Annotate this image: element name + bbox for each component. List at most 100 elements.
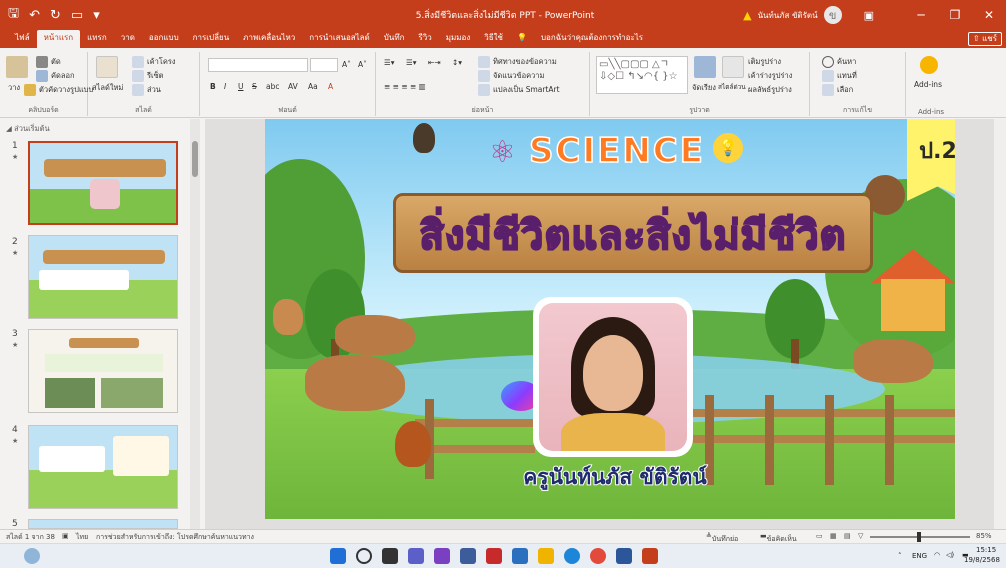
tab-home[interactable]: หน้าแรก	[36, 30, 81, 48]
search-icon[interactable]	[356, 548, 372, 564]
slide-thumbnail-3[interactable]	[28, 329, 178, 413]
undo-icon[interactable]: ↶	[29, 8, 40, 23]
user-name[interactable]: นันท์นภัส ขัติรัตน์	[758, 9, 818, 22]
change-case-button[interactable]: Aa	[308, 82, 318, 91]
slide-thumbnail-2[interactable]	[28, 235, 178, 319]
reading-view-icon[interactable]: ▤	[844, 532, 851, 540]
edge-icon[interactable]	[564, 548, 580, 564]
minimize-icon[interactable]: ─	[904, 8, 938, 22]
indent-icon[interactable]: ⇤⇥	[428, 58, 441, 67]
canvas-scrollbar[interactable]	[994, 119, 1006, 529]
panel-scrollbar[interactable]	[190, 119, 200, 529]
shape-effects-button[interactable]: ผลลัพธ์รูปร่าง	[748, 84, 792, 96]
align-text-button[interactable]: จัดแนวข้อความ	[478, 70, 544, 82]
smartart-button[interactable]: แปลงเป็น SmartArt	[478, 84, 560, 96]
arrange-button[interactable]: จัดเรียง	[692, 82, 716, 94]
customize-qat-icon[interactable]: ▾	[93, 8, 100, 23]
start-icon[interactable]	[330, 548, 346, 564]
quick-styles-button[interactable]: สไตล์ด่วน	[718, 82, 746, 92]
paste-icon[interactable]	[6, 56, 28, 78]
align-buttons[interactable]: ≡ ≡ ≡ ≡ ▥	[384, 82, 426, 91]
slide-1[interactable]: ⚛ SCIENCE 💡 ป.2 สิ่งมีชีวิตและสิ่งไม่มีช…	[265, 119, 955, 519]
wifi-icon[interactable]: ◠	[934, 551, 940, 559]
input-language[interactable]: ENG	[912, 552, 927, 560]
word-icon[interactable]	[616, 548, 632, 564]
close-icon[interactable]: ✕	[972, 8, 1006, 22]
notes-button[interactable]: ≜ บันทึกย่อ	[706, 532, 738, 543]
line-spacing-icon[interactable]: ↕▾	[452, 58, 462, 67]
tell-me-search[interactable]: บอกฉันว่าคุณต้องการทำอะไร	[534, 30, 650, 48]
slideshow-icon[interactable]: ▽	[858, 532, 863, 540]
shape-outline-button[interactable]: เค้าร่างรูปร่าง	[748, 70, 792, 82]
addins-button[interactable]: Add-ins	[914, 80, 942, 89]
font-name-combo[interactable]	[208, 58, 308, 72]
shapes-gallery[interactable]: ▭╲╲▢▢▢ △ㄱ⇩◇☐ ↰↘◠{ }☆	[596, 56, 688, 94]
store-icon[interactable]	[512, 548, 528, 564]
clock-time[interactable]: 15:15	[976, 546, 996, 554]
volume-icon[interactable]: ◁)	[946, 551, 954, 559]
slide-thumbnail-5[interactable]	[28, 519, 178, 529]
section-button[interactable]: ส่วน	[132, 84, 161, 96]
new-slide-icon[interactable]	[96, 56, 118, 78]
tab-view[interactable]: มุมมอง	[439, 30, 478, 48]
shadow-button[interactable]: abc	[266, 82, 279, 91]
tab-insert[interactable]: แทรก	[80, 30, 114, 48]
clock-date[interactable]: 19/8/2568	[964, 556, 1000, 564]
ribbon-display-options-icon[interactable]: ▣	[864, 9, 874, 22]
zoom-level[interactable]: 85%	[976, 532, 992, 540]
tab-review[interactable]: รีวิว	[411, 30, 438, 48]
app-icon[interactable]	[434, 548, 450, 564]
find-button[interactable]: ค้นหา	[822, 56, 856, 68]
new-slide-button[interactable]: สไลด์ใหม่	[92, 82, 123, 94]
addins-icon[interactable]	[920, 56, 938, 74]
slide-thumbnail-1[interactable]	[28, 141, 178, 225]
widgets-icon[interactable]	[24, 548, 40, 564]
powerpoint-icon[interactable]	[642, 548, 658, 564]
warning-icon[interactable]: ▲	[743, 9, 751, 22]
tab-transitions[interactable]: การเปลี่ยน	[186, 30, 237, 48]
section-header[interactable]: ◢ ส่วนเริ่มต้น	[6, 123, 50, 135]
grow-font-icon[interactable]: A˄	[342, 60, 351, 69]
layout-button[interactable]: เค้าโครง	[132, 56, 176, 68]
tab-draw[interactable]: วาด	[114, 30, 142, 48]
chat-icon[interactable]	[408, 548, 424, 564]
slide-sorter-icon[interactable]: ▦	[830, 532, 837, 540]
share-button[interactable]: ⇧ แชร์	[967, 32, 1002, 46]
avatar[interactable]: ข	[823, 6, 842, 24]
replace-button[interactable]: แทนที่	[822, 70, 857, 82]
shape-fill-button[interactable]: เติมรูปร่าง	[748, 56, 781, 68]
normal-view-icon[interactable]: ▭	[816, 532, 823, 540]
tab-file[interactable]: ไฟล์	[8, 30, 37, 48]
paste-button[interactable]: วาง	[8, 82, 20, 94]
quick-styles-icon[interactable]	[722, 56, 744, 78]
tab-help[interactable]: วิธีใช้	[477, 30, 510, 48]
save-icon[interactable]: 🖫	[8, 4, 19, 26]
tab-record[interactable]: บันทึก	[377, 30, 412, 48]
reset-button[interactable]: รีเซ็ต	[132, 70, 164, 82]
character-spacing-button[interactable]: AV	[288, 82, 298, 91]
shrink-font-icon[interactable]: A˅	[358, 60, 367, 69]
text-direction-button[interactable]: ทิศทางของข้อความ	[478, 56, 557, 68]
app-icon[interactable]	[486, 548, 502, 564]
tab-design[interactable]: ออกแบบ	[142, 30, 186, 48]
restore-icon[interactable]: ❐	[938, 8, 972, 22]
arrange-icon[interactable]	[694, 56, 716, 78]
italic-button[interactable]: I	[224, 82, 226, 91]
select-button[interactable]: เลือก	[822, 84, 853, 96]
chevron-up-icon[interactable]: ˄	[898, 552, 902, 560]
bold-button[interactable]: B	[210, 82, 216, 91]
bullets-icon[interactable]: ☰▾	[384, 58, 395, 67]
redo-icon[interactable]: ↻	[50, 8, 61, 23]
slide-thumbnail-4[interactable]	[28, 425, 178, 509]
underline-button[interactable]: U	[238, 82, 244, 91]
comments-button[interactable]: ▬ ข้อคิดเห็น	[760, 532, 797, 543]
font-size-combo[interactable]	[310, 58, 338, 72]
tab-animations[interactable]: ภาพเคลื่อนไหว	[236, 30, 302, 48]
start-from-beginning-icon[interactable]: ▭	[71, 8, 83, 23]
file-explorer-icon[interactable]	[538, 548, 554, 564]
spelling-icon[interactable]: ▣	[62, 532, 69, 540]
format-painter-button[interactable]: ตัวคัดวางรูปแบบ	[24, 84, 93, 96]
accessibility-status[interactable]: การช่วยสำหรับการเข้าถึง: โปรดศึกษาค้นหาแ…	[96, 532, 254, 543]
font-color-button[interactable]: A	[328, 82, 333, 91]
tab-slideshow[interactable]: การนำเสนอสไลด์	[302, 30, 377, 48]
